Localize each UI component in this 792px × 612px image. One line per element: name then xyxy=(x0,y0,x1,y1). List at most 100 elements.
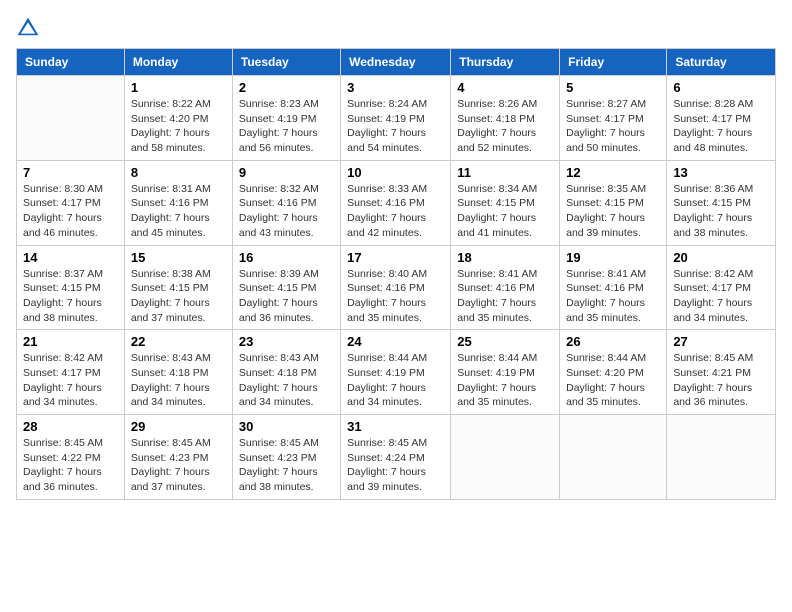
day-number: 4 xyxy=(457,80,553,95)
day-info: Sunrise: 8:44 AM Sunset: 4:19 PM Dayligh… xyxy=(457,351,553,410)
day-info: Sunrise: 8:27 AM Sunset: 4:17 PM Dayligh… xyxy=(566,97,660,156)
calendar-cell: 25 Sunrise: 8:44 AM Sunset: 4:19 PM Dayli… xyxy=(451,330,560,415)
day-of-week-header: Friday xyxy=(560,49,667,76)
calendar-cell: 20 Sunrise: 8:42 AM Sunset: 4:17 PM Dayli… xyxy=(667,245,776,330)
calendar-week-row: 1 Sunrise: 8:22 AM Sunset: 4:20 PM Daylig… xyxy=(17,76,776,161)
day-info: Sunrise: 8:28 AM Sunset: 4:17 PM Dayligh… xyxy=(673,97,769,156)
calendar-cell: 5 Sunrise: 8:27 AM Sunset: 4:17 PM Daylig… xyxy=(560,76,667,161)
day-info: Sunrise: 8:41 AM Sunset: 4:16 PM Dayligh… xyxy=(566,267,660,326)
calendar-cell xyxy=(667,415,776,500)
calendar-cell: 16 Sunrise: 8:39 AM Sunset: 4:15 PM Dayli… xyxy=(232,245,340,330)
calendar-cell: 12 Sunrise: 8:35 AM Sunset: 4:15 PM Dayli… xyxy=(560,160,667,245)
calendar-cell: 18Sunrise: 8:41 AM Sunset: 4:16 PM Dayli… xyxy=(451,245,560,330)
day-number: 30 xyxy=(239,419,334,434)
day-number: 5 xyxy=(566,80,660,95)
calendar-week-row: 28 Sunrise: 8:45 AM Sunset: 4:22 PM Dayli… xyxy=(17,415,776,500)
day-info: Sunrise: 8:45 AM Sunset: 4:21 PM Dayligh… xyxy=(673,351,769,410)
day-number: 28 xyxy=(23,419,118,434)
day-number: 27 xyxy=(673,334,769,349)
day-of-week-header: Thursday xyxy=(451,49,560,76)
calendar-cell xyxy=(17,76,125,161)
calendar-cell: 23 Sunrise: 8:43 AM Sunset: 4:18 PM Dayli… xyxy=(232,330,340,415)
calendar-cell: 6 Sunrise: 8:28 AM Sunset: 4:17 PM Daylig… xyxy=(667,76,776,161)
day-number: 31 xyxy=(347,419,444,434)
calendar-cell: 11 Sunrise: 8:34 AM Sunset: 4:15 PM Dayli… xyxy=(451,160,560,245)
day-info: Sunrise: 8:39 AM Sunset: 4:15 PM Dayligh… xyxy=(239,267,334,326)
day-number: 29 xyxy=(131,419,226,434)
calendar-cell xyxy=(451,415,560,500)
day-info: Sunrise: 8:45 AM Sunset: 4:24 PM Dayligh… xyxy=(347,436,444,495)
day-info: Sunrise: 8:43 AM Sunset: 4:18 PM Dayligh… xyxy=(131,351,226,410)
day-info: Sunrise: 8:23 AM Sunset: 4:19 PM Dayligh… xyxy=(239,97,334,156)
calendar-table: SundayMondayTuesdayWednesdayThursdayFrid… xyxy=(16,48,776,500)
calendar-week-row: 14 Sunrise: 8:37 AM Sunset: 4:15 PM Dayli… xyxy=(17,245,776,330)
calendar-week-row: 21 Sunrise: 8:42 AM Sunset: 4:17 PM Dayli… xyxy=(17,330,776,415)
calendar-cell: 7 Sunrise: 8:30 AM Sunset: 4:17 PM Daylig… xyxy=(17,160,125,245)
day-info: Sunrise: 8:38 AM Sunset: 4:15 PM Dayligh… xyxy=(131,267,226,326)
day-of-week-header: Tuesday xyxy=(232,49,340,76)
page-header xyxy=(16,16,776,40)
day-info: Sunrise: 8:44 AM Sunset: 4:20 PM Dayligh… xyxy=(566,351,660,410)
day-info: Sunrise: 8:45 AM Sunset: 4:22 PM Dayligh… xyxy=(23,436,118,495)
day-number: 14 xyxy=(23,250,118,265)
day-number: 12 xyxy=(566,165,660,180)
day-info: Sunrise: 8:45 AM Sunset: 4:23 PM Dayligh… xyxy=(239,436,334,495)
day-info: Sunrise: 8:45 AM Sunset: 4:23 PM Dayligh… xyxy=(131,436,226,495)
calendar-week-row: 7 Sunrise: 8:30 AM Sunset: 4:17 PM Daylig… xyxy=(17,160,776,245)
calendar-cell: 27 Sunrise: 8:45 AM Sunset: 4:21 PM Dayli… xyxy=(667,330,776,415)
calendar-cell: 14 Sunrise: 8:37 AM Sunset: 4:15 PM Dayli… xyxy=(17,245,125,330)
day-info: Sunrise: 8:43 AM Sunset: 4:18 PM Dayligh… xyxy=(239,351,334,410)
day-number: 23 xyxy=(239,334,334,349)
calendar-header-row: SundayMondayTuesdayWednesdayThursdayFrid… xyxy=(17,49,776,76)
day-number: 9 xyxy=(239,165,334,180)
day-of-week-header: Monday xyxy=(124,49,232,76)
calendar-cell: 24Sunrise: 8:44 AM Sunset: 4:19 PM Dayli… xyxy=(341,330,451,415)
day-number: 20 xyxy=(673,250,769,265)
calendar-cell: 3 Sunrise: 8:24 AM Sunset: 4:19 PM Daylig… xyxy=(341,76,451,161)
day-number: 25 xyxy=(457,334,553,349)
day-info: Sunrise: 8:42 AM Sunset: 4:17 PM Dayligh… xyxy=(673,267,769,326)
day-info: Sunrise: 8:34 AM Sunset: 4:15 PM Dayligh… xyxy=(457,182,553,241)
day-info: Sunrise: 8:26 AM Sunset: 4:18 PM Dayligh… xyxy=(457,97,553,156)
day-number: 16 xyxy=(239,250,334,265)
calendar-cell: 15 Sunrise: 8:38 AM Sunset: 4:15 PM Dayli… xyxy=(124,245,232,330)
calendar-cell: 30 Sunrise: 8:45 AM Sunset: 4:23 PM Dayli… xyxy=(232,415,340,500)
day-of-week-header: Wednesday xyxy=(341,49,451,76)
day-number: 6 xyxy=(673,80,769,95)
day-info: Sunrise: 8:35 AM Sunset: 4:15 PM Dayligh… xyxy=(566,182,660,241)
calendar-cell: 17Sunrise: 8:40 AM Sunset: 4:16 PM Dayli… xyxy=(341,245,451,330)
day-number: 13 xyxy=(673,165,769,180)
day-number: 7 xyxy=(23,165,118,180)
day-info: Sunrise: 8:36 AM Sunset: 4:15 PM Dayligh… xyxy=(673,182,769,241)
calendar-cell: 22Sunrise: 8:43 AM Sunset: 4:18 PM Dayli… xyxy=(124,330,232,415)
calendar-cell: 28 Sunrise: 8:45 AM Sunset: 4:22 PM Dayli… xyxy=(17,415,125,500)
calendar-cell: 21 Sunrise: 8:42 AM Sunset: 4:17 PM Dayli… xyxy=(17,330,125,415)
day-number: 3 xyxy=(347,80,444,95)
calendar-cell: 31 Sunrise: 8:45 AM Sunset: 4:24 PM Dayli… xyxy=(341,415,451,500)
day-info: Sunrise: 8:30 AM Sunset: 4:17 PM Dayligh… xyxy=(23,182,118,241)
calendar-cell: 4 Sunrise: 8:26 AM Sunset: 4:18 PM Daylig… xyxy=(451,76,560,161)
day-info: Sunrise: 8:24 AM Sunset: 4:19 PM Dayligh… xyxy=(347,97,444,156)
day-info: Sunrise: 8:42 AM Sunset: 4:17 PM Dayligh… xyxy=(23,351,118,410)
calendar-cell xyxy=(560,415,667,500)
calendar-cell: 1 Sunrise: 8:22 AM Sunset: 4:20 PM Daylig… xyxy=(124,76,232,161)
calendar-cell: 13 Sunrise: 8:36 AM Sunset: 4:15 PM Dayli… xyxy=(667,160,776,245)
day-info: Sunrise: 8:32 AM Sunset: 4:16 PM Dayligh… xyxy=(239,182,334,241)
calendar-cell: 10Sunrise: 8:33 AM Sunset: 4:16 PM Dayli… xyxy=(341,160,451,245)
logo-icon xyxy=(16,16,40,40)
day-info: Sunrise: 8:22 AM Sunset: 4:20 PM Dayligh… xyxy=(131,97,226,156)
calendar-cell: 8 Sunrise: 8:31 AM Sunset: 4:16 PM Daylig… xyxy=(124,160,232,245)
day-number: 26 xyxy=(566,334,660,349)
calendar-cell: 19Sunrise: 8:41 AM Sunset: 4:16 PM Dayli… xyxy=(560,245,667,330)
day-info: Sunrise: 8:31 AM Sunset: 4:16 PM Dayligh… xyxy=(131,182,226,241)
day-number: 1 xyxy=(131,80,226,95)
calendar-cell: 9 Sunrise: 8:32 AM Sunset: 4:16 PM Daylig… xyxy=(232,160,340,245)
day-number: 11 xyxy=(457,165,553,180)
day-info: Sunrise: 8:41 AM Sunset: 4:16 PM Dayligh… xyxy=(457,267,553,326)
logo xyxy=(16,16,44,40)
day-number: 15 xyxy=(131,250,226,265)
day-number: 8 xyxy=(131,165,226,180)
day-info: Sunrise: 8:37 AM Sunset: 4:15 PM Dayligh… xyxy=(23,267,118,326)
day-info: Sunrise: 8:40 AM Sunset: 4:16 PM Dayligh… xyxy=(347,267,444,326)
day-number: 21 xyxy=(23,334,118,349)
